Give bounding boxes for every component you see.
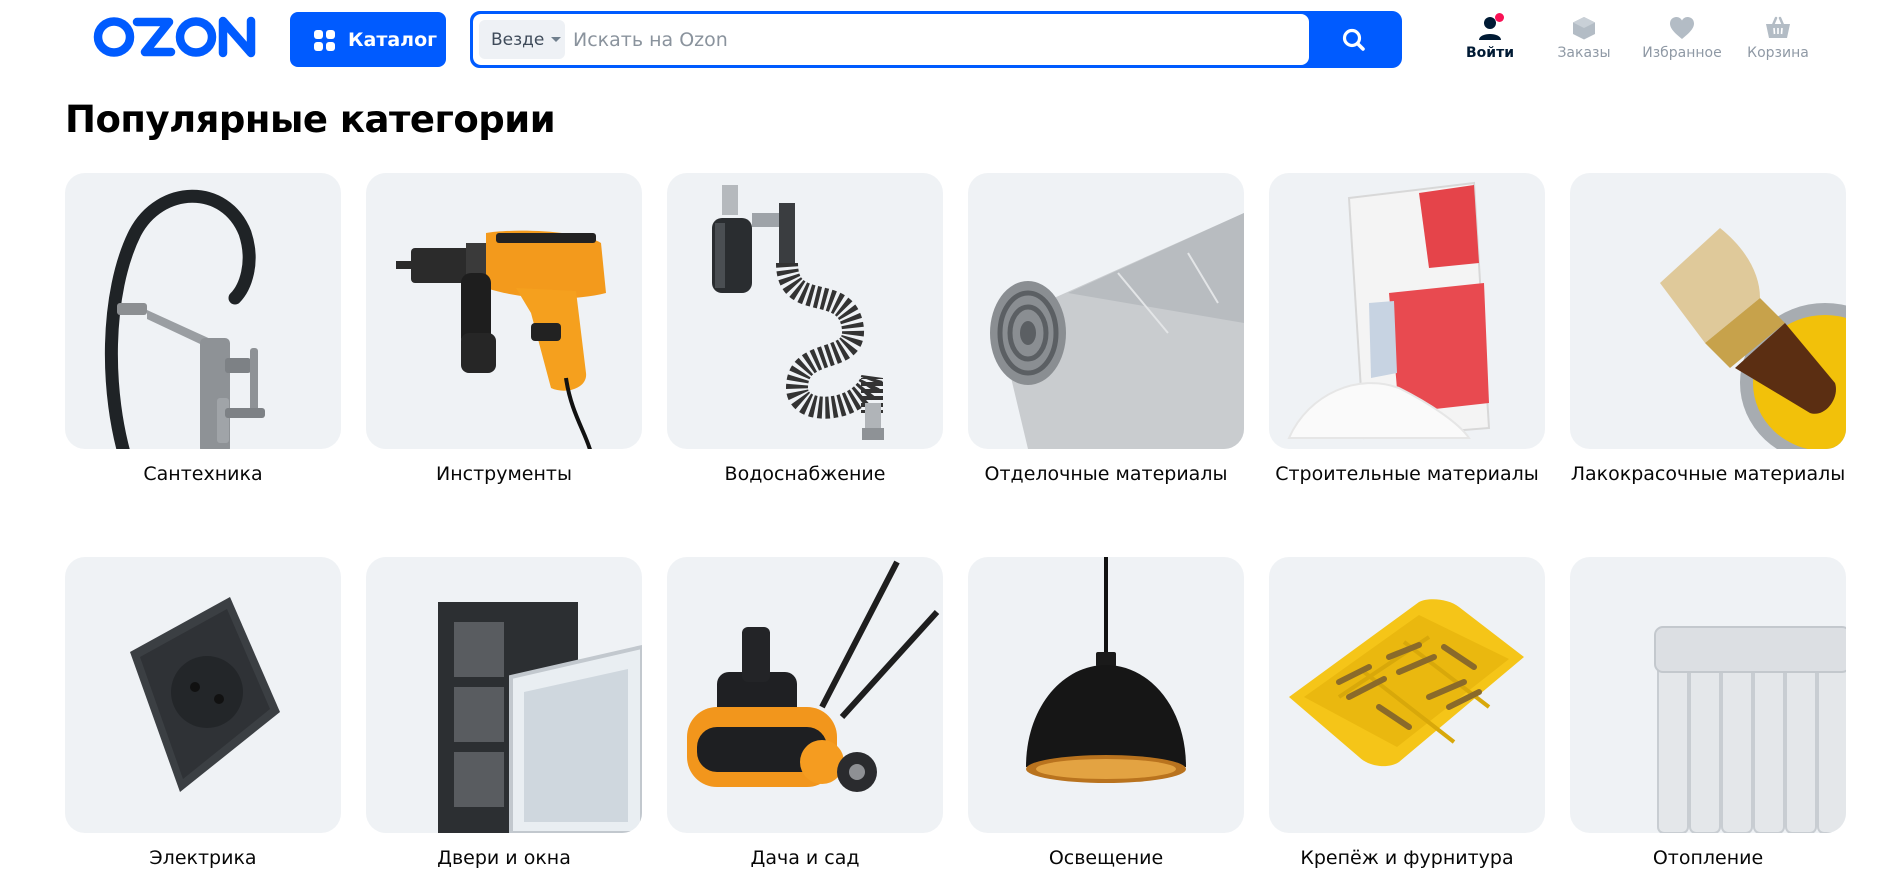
faucet-image (104, 189, 265, 449)
user-icon (1476, 13, 1504, 41)
nav-cart[interactable]: Корзина (1732, 15, 1824, 67)
category-card-heating[interactable]: Отопление (1570, 557, 1846, 869)
site-header: Каталог Везде Войти (0, 0, 1898, 82)
category-card-fasteners[interactable]: Крепёж и фурнитура (1269, 557, 1545, 869)
category-label: Дача и сад (750, 847, 860, 869)
category-card-tools[interactable]: Инструменты (366, 173, 642, 485)
category-tile (1269, 557, 1545, 833)
section-title: Популярные категории (65, 98, 556, 141)
nav-login-label: Войти (1465, 45, 1515, 61)
category-card-electrics[interactable]: Электрика (65, 557, 341, 869)
category-tile (65, 173, 341, 449)
cement-bag-image (1287, 181, 1491, 440)
category-tile (1570, 557, 1846, 833)
search-scope-label: Везде (491, 29, 545, 50)
screws-box-image (1289, 599, 1524, 767)
category-tile (65, 557, 341, 833)
category-tile (1269, 173, 1545, 449)
nav-login[interactable]: Войти (1454, 13, 1526, 67)
category-card-garden[interactable]: Дача и сад (667, 557, 943, 869)
category-tile (968, 557, 1244, 833)
snow-blower-image (687, 560, 940, 792)
nav-orders[interactable]: Заказы (1544, 15, 1624, 67)
notification-dot (1495, 13, 1504, 22)
category-card-paints[interactable]: Лакокрасочные материалы (1570, 173, 1846, 485)
search-bar: Везде (470, 11, 1402, 68)
category-card-lighting[interactable]: Освещение (968, 557, 1244, 869)
category-card-doors-windows[interactable]: Двери и окна (366, 557, 642, 869)
category-label: Освещение (1048, 847, 1164, 869)
siphon-image (712, 185, 884, 440)
category-label: Электрика (149, 847, 257, 869)
category-label: Отделочные материалы (984, 463, 1228, 485)
category-label: Двери и окна (437, 847, 571, 869)
search-button[interactable] (1309, 14, 1399, 65)
grid-icon (314, 29, 335, 51)
linoleum-roll-image (990, 213, 1244, 449)
category-label: Сантехника (143, 463, 263, 485)
category-card-plumbing[interactable]: Сантехника (65, 173, 341, 485)
category-card-building-materials[interactable]: Строительные материалы (1269, 173, 1545, 485)
category-label: Строительные материалы (1275, 463, 1539, 485)
search-icon (1342, 28, 1365, 51)
category-label: Крепёж и фурнитура (1300, 847, 1514, 869)
category-tile (366, 173, 642, 449)
socket-image (130, 597, 280, 792)
category-label: Лакокрасочные материалы (1570, 463, 1846, 485)
catalog-button[interactable]: Каталог (290, 12, 446, 67)
category-label: Отопление (1652, 847, 1764, 869)
basket-icon (1764, 15, 1792, 41)
nav-cart-label: Корзина (1747, 45, 1809, 61)
category-tile (366, 557, 642, 833)
category-tile (1570, 173, 1846, 449)
catalog-label: Каталог (348, 28, 438, 51)
radiator-image (1654, 626, 1846, 833)
category-tile (667, 557, 943, 833)
paint-brush-image (1660, 228, 1846, 449)
drill-image (396, 230, 606, 449)
pendant-lamp-image (1026, 557, 1186, 783)
nav-favorites-label: Избранное (1642, 45, 1722, 61)
category-card-finishing-materials[interactable]: Отделочные материалы (968, 173, 1244, 485)
category-label: Инструменты (436, 463, 572, 485)
ozon-logo[interactable] (93, 14, 261, 60)
nav-favorites[interactable]: Избранное (1630, 15, 1734, 67)
search-input[interactable] (573, 20, 1293, 59)
category-label: Водоснабжение (724, 463, 886, 485)
box-icon (1570, 15, 1598, 41)
door-window-image (438, 602, 642, 833)
category-card-water-supply[interactable]: Водоснабжение (667, 173, 943, 485)
search-scope-dropdown[interactable]: Везде (479, 20, 565, 59)
heart-icon (1668, 15, 1696, 41)
category-tile (968, 173, 1244, 449)
nav-orders-label: Заказы (1557, 45, 1611, 61)
chevron-down-icon (551, 37, 562, 42)
ozon-logo-mark (93, 16, 256, 58)
category-tile (667, 173, 943, 449)
